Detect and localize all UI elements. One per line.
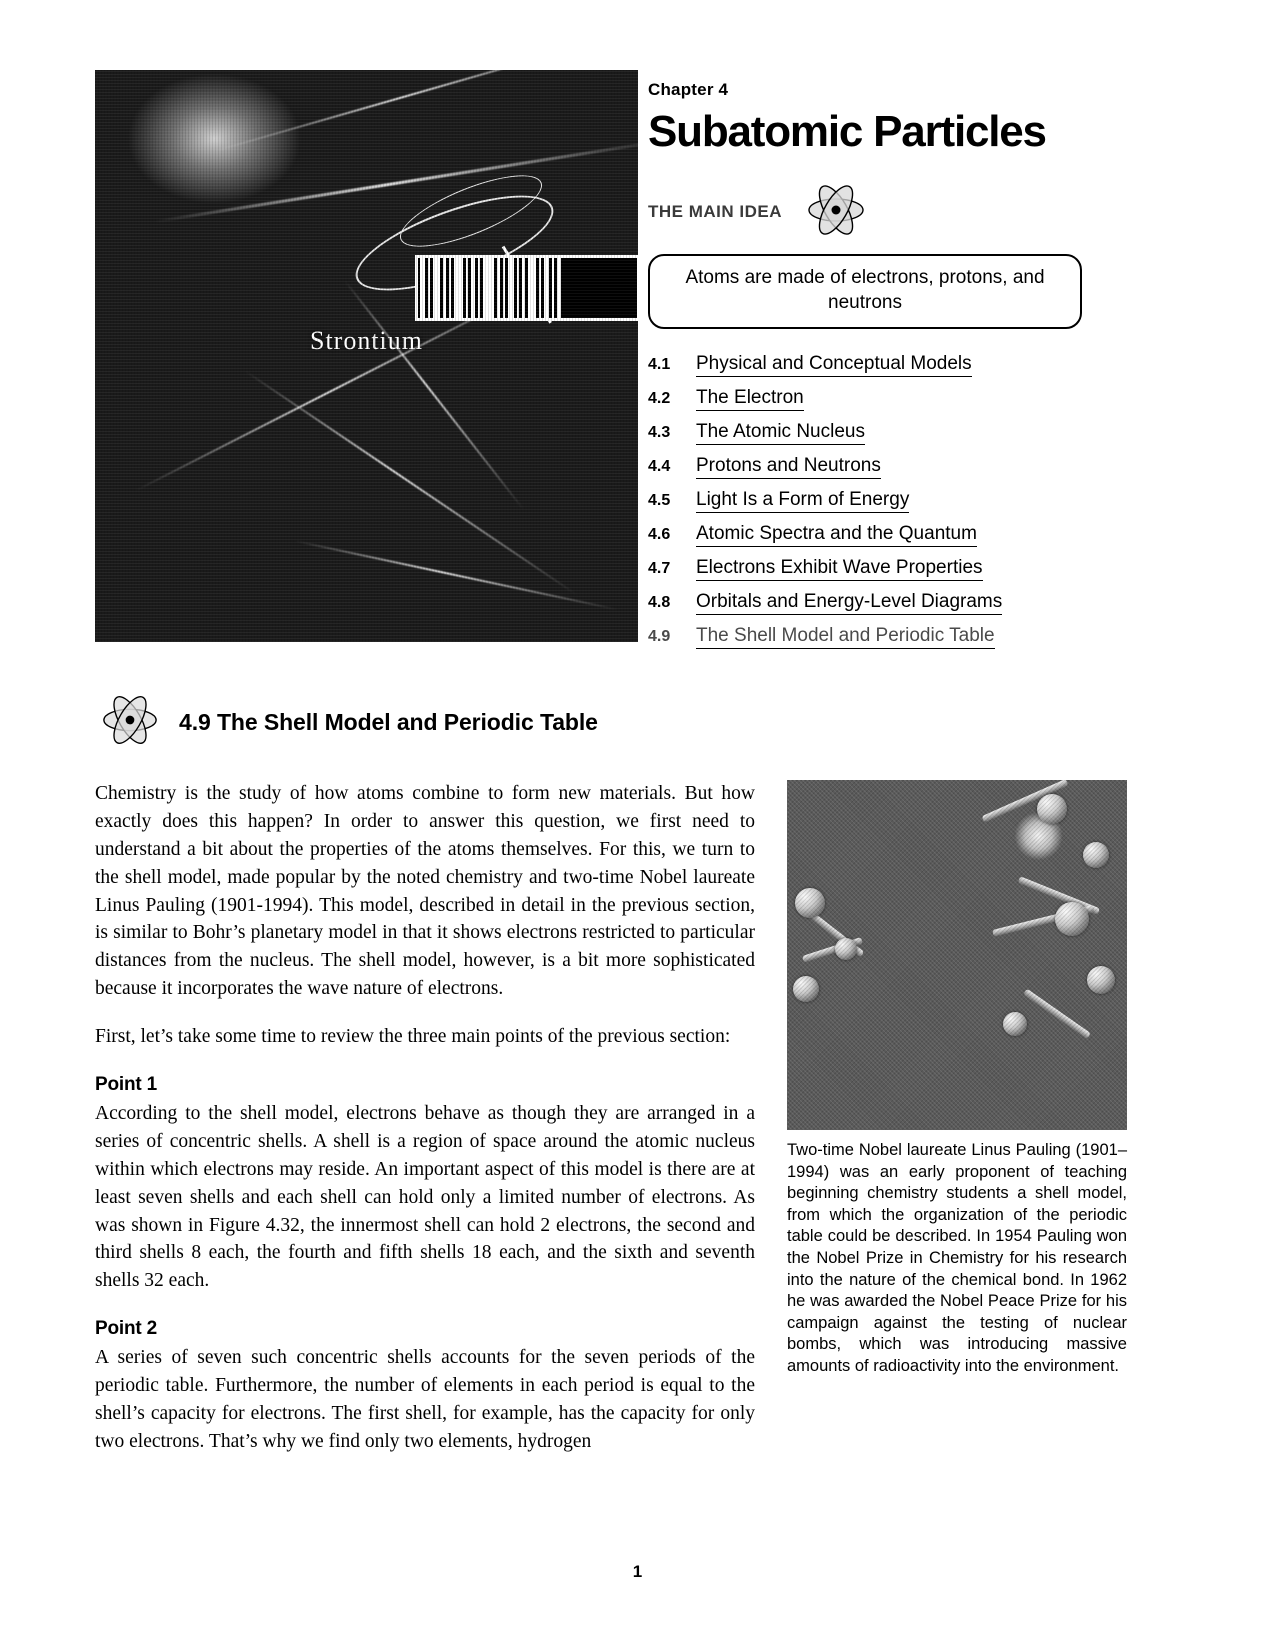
toc-item-4-7[interactable]: 4.7 Electrons Exhibit Wave Properties	[648, 557, 1098, 582]
toc-link[interactable]: Electrons Exhibit Wave Properties	[696, 557, 983, 582]
element-name-label: Strontium	[309, 326, 423, 355]
toc-number: 4.9	[648, 628, 671, 646]
toc-item-4-5[interactable]: 4.5 Light Is a Form of Energy	[648, 489, 1098, 514]
point-1-label: Point 1	[95, 1073, 157, 1095]
atom-icon	[95, 690, 165, 755]
toc-item-4-1[interactable]: 4.1 Physical and Conceptual Models	[648, 353, 1098, 378]
toc-link[interactable]: The Atomic Nucleus	[696, 421, 865, 446]
toc-link[interactable]: Protons and Neutrons	[696, 455, 881, 480]
figure-column-right: Two-time Nobel laureate Linus Pauling (1…	[787, 780, 1127, 1378]
opener-text-column: Chapter 4 Subatomic Particles THE MAIN I…	[648, 80, 1098, 659]
emission-spectrum-strip	[415, 255, 638, 321]
toc-item-4-8[interactable]: 4.8 Orbitals and Energy-Level Diagrams	[648, 591, 1098, 616]
strontium-spectrum-photo: Strontium	[95, 70, 638, 642]
toc-number: 4.7	[648, 560, 671, 578]
toc-link[interactable]: Orbitals and Energy-Level Diagrams	[696, 591, 1003, 616]
toc-link[interactable]: The Shell Model and Periodic Table	[696, 625, 995, 650]
main-idea-label: THE MAIN IDEA	[648, 202, 782, 222]
toc-item-4-2[interactable]: 4.2 The Electron	[648, 387, 1098, 412]
atom-icon	[804, 179, 868, 246]
paragraph-intro: Chemistry is the study of how atoms comb…	[95, 783, 755, 1000]
light-streak	[214, 70, 629, 152]
toc-item-4-9[interactable]: 4.9 The Shell Model and Periodic Table	[648, 625, 1098, 650]
figure-caption: Two-time Nobel laureate Linus Pauling (1…	[787, 1141, 1127, 1376]
section-heading: 4.9 The Shell Model and Periodic Table	[95, 690, 795, 755]
toc-link[interactable]: Physical and Conceptual Models	[696, 353, 972, 378]
paragraph-review-intro: First, let’s take some time to review th…	[95, 1026, 731, 1047]
toc-item-4-6[interactable]: 4.6 Atomic Spectra and the Quantum	[648, 523, 1098, 548]
toc-number: 4.5	[648, 492, 671, 510]
point-2-label: Point 2	[95, 1318, 157, 1340]
main-idea-box: Atoms are made of electrons, protons, an…	[648, 253, 1082, 330]
chapter-opener: Strontium Chapter 4 Subatomic Particles …	[95, 70, 1095, 650]
body-column-left: Chemistry is the study of how atoms comb…	[95, 780, 755, 1476]
page-title: Subatomic Particles	[648, 107, 1047, 156]
toc-number: 4.6	[648, 526, 671, 544]
toc-number: 4.1	[648, 356, 671, 374]
toc-item-4-4[interactable]: 4.4 Protons and Neutrons	[648, 455, 1098, 480]
main-idea-row: THE MAIN IDEA	[648, 179, 1098, 246]
toc-number: 4.8	[648, 594, 671, 612]
point-2-block: Point 2 A series of seven such concentri…	[95, 1315, 755, 1456]
page-number: 1	[632, 1562, 643, 1581]
toc-number: 4.4	[648, 458, 671, 476]
point-1-block: Point 1 According to the shell model, el…	[95, 1071, 755, 1295]
light-streak	[244, 370, 578, 596]
toc-item-4-3[interactable]: 4.3 The Atomic Nucleus	[648, 421, 1098, 446]
document-page: Strontium Chapter 4 Subatomic Particles …	[0, 0, 1275, 1650]
toc-number: 4.3	[648, 424, 671, 442]
section-heading-text: 4.9 The Shell Model and Periodic Table	[179, 709, 598, 735]
toc-link[interactable]: The Electron	[696, 387, 804, 412]
point-2-text: A series of seven such concentric shells…	[95, 1347, 755, 1452]
light-streak	[294, 540, 618, 611]
toc-number: 4.2	[648, 390, 671, 408]
point-1-text: According to the shell model, electrons …	[95, 1103, 755, 1292]
light-streak	[154, 138, 638, 223]
toc-link[interactable]: Atomic Spectra and the Quantum	[696, 523, 977, 548]
chapter-label: Chapter 4	[648, 80, 729, 99]
toc-link[interactable]: Light Is a Form of Energy	[696, 489, 910, 514]
chapter-contents-list: 4.1 Physical and Conceptual Models 4.2 T…	[648, 353, 1098, 650]
linus-pauling-photo	[787, 780, 1127, 1130]
